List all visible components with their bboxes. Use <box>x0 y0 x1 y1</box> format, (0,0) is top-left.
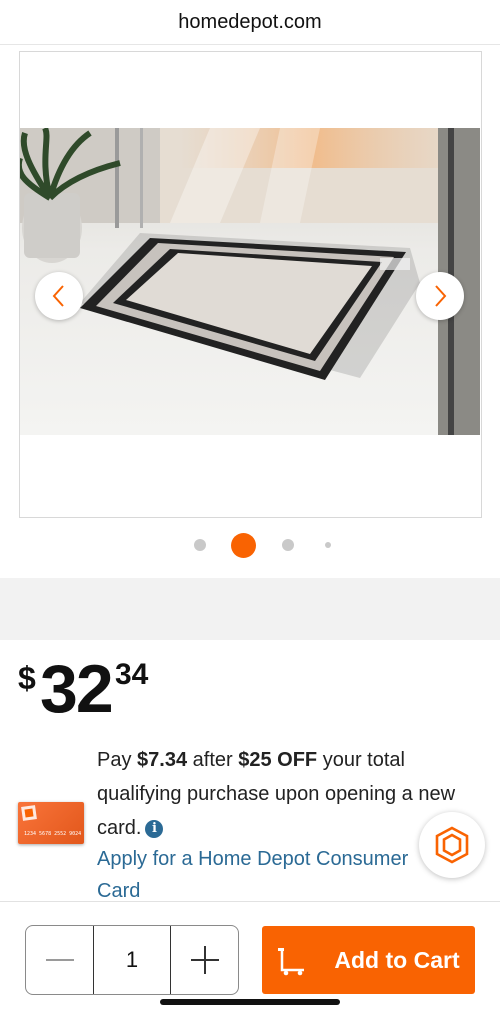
price-currency: $ <box>18 660 36 696</box>
product-image[interactable] <box>20 128 480 435</box>
chat-button[interactable] <box>419 812 485 878</box>
carousel-dot-active[interactable] <box>231 533 256 558</box>
add-to-cart-button[interactable]: Add to Cart <box>262 926 475 994</box>
section-divider <box>0 578 500 640</box>
promo-text: Pay $7.34 after $25 OFF your total quali… <box>97 743 477 845</box>
plus-icon <box>190 946 219 974</box>
promo-text-part: after <box>187 749 239 771</box>
price-cents: 34 <box>115 658 149 691</box>
price-dollars: 32 <box>40 651 114 727</box>
carousel-dot[interactable] <box>194 539 206 551</box>
chevron-right-icon <box>435 285 447 307</box>
door-mat-photo <box>20 128 480 435</box>
card-number: 1234 5678 2552 9024 <box>24 831 81 837</box>
minus-icon <box>45 959 74 961</box>
url-bar[interactable]: homedepot.com <box>0 0 500 45</box>
quantity-increase-button[interactable] <box>171 926 238 994</box>
promo-text-part: Pay <box>97 749 138 771</box>
promo-discount: $25 OFF <box>238 749 318 771</box>
home-depot-card-icon: 1234 5678 2552 9024 <box>21 805 81 837</box>
carousel-dot[interactable] <box>282 539 294 551</box>
home-indicator <box>160 999 340 1005</box>
credit-card-image: 1234 5678 2552 9024 <box>18 802 84 844</box>
quantity-input[interactable]: 1 <box>93 926 171 994</box>
chat-hexagon-icon <box>435 826 469 864</box>
next-image-button[interactable] <box>416 272 464 320</box>
cart-icon <box>278 948 304 976</box>
quantity-stepper: 1 <box>25 925 239 995</box>
apply-card-link[interactable]: Apply for a Home Depot Consumer Card <box>97 843 437 907</box>
quantity-decrease-button[interactable] <box>26 926 93 994</box>
promo-amount: $7.34 <box>137 749 188 771</box>
prev-image-button[interactable] <box>35 272 83 320</box>
info-icon[interactable]: i <box>145 820 164 838</box>
carousel-dot[interactable] <box>325 542 331 548</box>
add-to-cart-label: Add to Cart <box>334 946 460 973</box>
carousel-dots <box>0 533 500 558</box>
url-text: homedepot.com <box>178 10 322 33</box>
chevron-left-icon <box>52 285 64 307</box>
